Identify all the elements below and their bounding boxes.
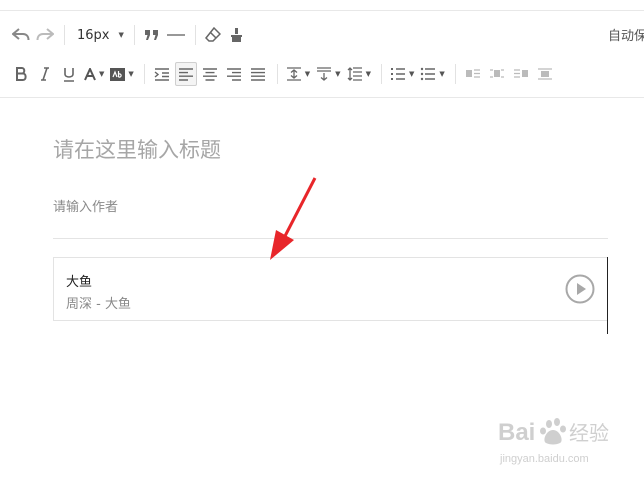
chevron-down-icon: ▼ (128, 70, 134, 78)
horizontal-rule-icon[interactable] (165, 23, 187, 47)
letter-spacing-icon[interactable]: ▼ (345, 62, 373, 86)
header-divider (53, 238, 608, 239)
italic-icon[interactable] (34, 62, 56, 86)
toolbar-separator (276, 64, 278, 84)
chevron-down-icon: ▼ (99, 70, 105, 78)
editor-toolbar: 16px ▼ 自动保存 ▼ (0, 10, 644, 98)
image-float-left-icon[interactable] (462, 62, 484, 86)
paragraph-spacing-icon[interactable]: ▼ (314, 62, 342, 86)
toolbar-row-1: 16px ▼ (10, 20, 250, 50)
play-icon[interactable] (565, 274, 595, 304)
author-input[interactable]: 请输入作者 (53, 196, 118, 215)
song-artist: 周深 - 大鱼 (66, 297, 131, 312)
blockquote-icon[interactable] (141, 23, 163, 47)
image-float-right-icon[interactable] (510, 62, 532, 86)
toolbar-separator (143, 64, 145, 84)
align-justify-icon[interactable] (247, 62, 269, 86)
align-left-icon[interactable] (174, 62, 197, 86)
autosave-label: 自动保存 (608, 29, 644, 44)
chevron-down-icon: ▼ (408, 70, 415, 78)
svg-text:jingyan.baidu.com: jingyan.baidu.com (499, 453, 589, 465)
line-height-icon[interactable]: ▼ (284, 62, 312, 86)
chevron-down-icon: ▼ (335, 70, 341, 78)
toolbar-separator (64, 25, 65, 45)
toolbar-separator (133, 25, 135, 45)
eraser-icon[interactable] (202, 23, 224, 47)
toolbar-row-2: ▼ ▼ ▼ ▼ ▼ ▼ ▼ (10, 59, 558, 89)
toolbar-separator (380, 64, 382, 84)
baidu-jingyan-watermark: Bai 经验 jingyan.baidu.com (498, 418, 609, 465)
bold-icon[interactable] (10, 62, 32, 86)
annotation-arrow-icon (270, 177, 317, 260)
undo-icon[interactable] (10, 23, 32, 47)
font-size-value: 16px (77, 27, 110, 43)
underline-icon[interactable] (58, 62, 80, 86)
image-center-icon[interactable] (534, 62, 556, 86)
svg-text:经验: 经验 (569, 421, 609, 445)
chevron-down-icon: ▼ (365, 70, 371, 78)
song-title: 大鱼 (66, 275, 93, 290)
ordered-list-icon[interactable]: ▼ (388, 62, 416, 86)
chevron-down-icon: ▼ (118, 31, 124, 39)
font-size-select[interactable]: 16px ▼ (71, 23, 126, 47)
highlight-color-icon[interactable]: ▼ (108, 62, 135, 86)
text-cursor (607, 257, 608, 334)
title-input[interactable]: 请在这里输入标题 (53, 134, 221, 164)
svg-text:Bai: Bai (498, 419, 535, 446)
unordered-list-icon[interactable]: ▼ (418, 62, 446, 86)
align-right-icon[interactable] (223, 62, 245, 86)
image-inline-icon[interactable] (486, 62, 508, 86)
chevron-down-icon: ▼ (304, 70, 311, 78)
format-painter-icon[interactable] (226, 23, 248, 47)
align-center-icon[interactable] (199, 62, 221, 86)
music-card[interactable]: 大鱼 周深 - 大鱼 (53, 257, 608, 321)
indent-icon[interactable] (151, 62, 173, 86)
toolbar-separator (454, 64, 456, 84)
font-color-icon[interactable]: ▼ (82, 62, 106, 86)
redo-icon[interactable] (34, 23, 56, 47)
chevron-down-icon: ▼ (439, 70, 445, 78)
toolbar-separator (194, 25, 196, 45)
